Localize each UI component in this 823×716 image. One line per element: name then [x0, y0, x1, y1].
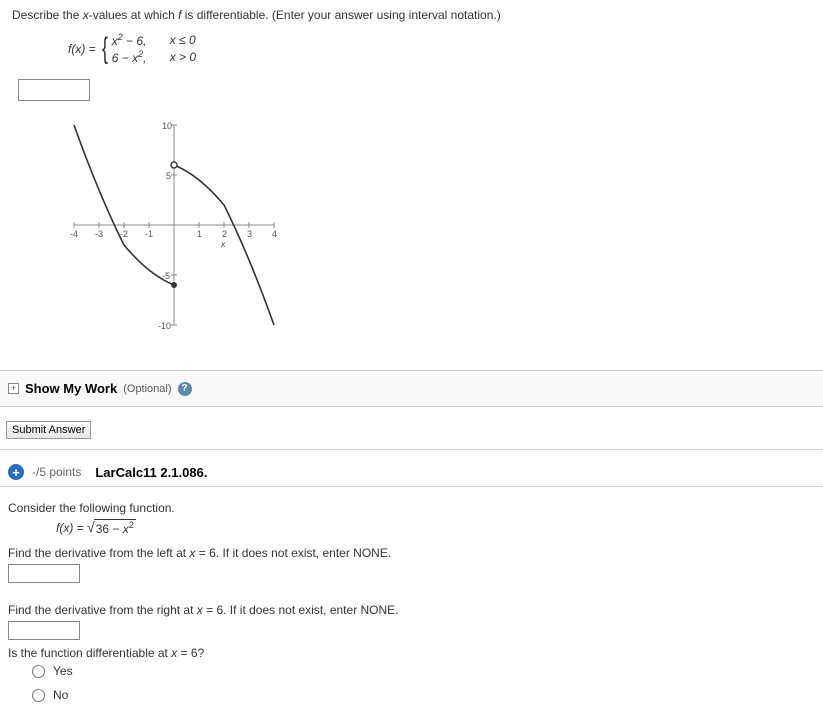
- question-2-body: Consider the following function. f(x) = …: [8, 501, 815, 702]
- piece-row-1: x2 − 6, x ≤ 0: [112, 32, 196, 48]
- text: is differentiable. (Enter your answer us…: [181, 8, 500, 22]
- text: Find the derivative from the right at: [8, 603, 197, 617]
- piecewise-definition: f(x) = { x2 − 6, x ≤ 0 6 − x2, x > 0: [68, 32, 811, 65]
- show-work-label: Show My Work: [25, 381, 117, 396]
- svg-text:10: 10: [162, 121, 172, 131]
- piece1-cond: x ≤ 0: [170, 33, 196, 47]
- plus-icon[interactable]: +: [8, 464, 24, 480]
- consider-text: Consider the following function.: [8, 501, 815, 515]
- svg-text:-2: -2: [120, 229, 128, 239]
- yes-label: Yes: [53, 664, 73, 678]
- differentiable-prompt: Is the function differentiable at x = 6?: [8, 646, 815, 660]
- svg-text:-1: -1: [145, 229, 153, 239]
- svg-text:-10: -10: [158, 321, 171, 331]
- help-icon[interactable]: ?: [178, 382, 192, 396]
- radio-no[interactable]: [32, 689, 45, 702]
- submit-button[interactable]: Submit Answer: [6, 421, 91, 439]
- sqrt-expression: √ 36 − x2: [87, 519, 136, 536]
- q2-function: f(x) = √ 36 − x2: [56, 519, 815, 536]
- left-derivative-input[interactable]: [8, 564, 80, 583]
- question-1: Describe the x-values at which f is diff…: [0, 0, 823, 360]
- submit-row: Submit Answer: [0, 407, 823, 450]
- q1-prompt: Describe the x-values at which f is diff…: [12, 8, 811, 22]
- left-derivative-prompt: Find the derivative from the left at x =…: [8, 546, 815, 560]
- optional-label: (Optional): [123, 383, 171, 395]
- svg-text:1: 1: [197, 229, 202, 239]
- text: Is the function differentiable at: [8, 646, 171, 660]
- graph: -4-3-2-1 1234 105-5-10 x: [54, 115, 811, 338]
- q1-answer-input[interactable]: [18, 79, 90, 101]
- right-derivative-prompt: Find the derivative from the right at x …: [8, 603, 815, 617]
- expand-icon[interactable]: +: [8, 383, 19, 394]
- svg-text:5: 5: [166, 171, 171, 181]
- piece-rows: x2 − 6, x ≤ 0 6 − x2, x > 0: [112, 32, 196, 65]
- no-label: No: [53, 688, 68, 702]
- svg-text:2: 2: [222, 229, 227, 239]
- piece2-cond: x > 0: [170, 50, 196, 64]
- question-2-header: + -/5 points LarCalc11 2.1.086.: [0, 450, 823, 487]
- svg-text:-4: -4: [70, 229, 78, 239]
- svg-text:3: 3: [247, 229, 252, 239]
- text: -values at which: [89, 8, 178, 22]
- text: = 6?: [177, 646, 204, 660]
- radio-no-row: No: [32, 688, 815, 702]
- text: = 6. If it does not exist, enter NONE.: [195, 546, 391, 560]
- fx-label: f(x) =: [68, 42, 96, 56]
- show-my-work-bar[interactable]: + Show My Work (Optional) ?: [0, 370, 823, 407]
- text: Find the derivative from the left at: [8, 546, 189, 560]
- svg-text:x: x: [220, 239, 226, 249]
- svg-text:-3: -3: [95, 229, 103, 239]
- right-derivative-input[interactable]: [8, 621, 80, 640]
- fx-label: f(x) =: [56, 521, 87, 535]
- piece-row-2: 6 − x2, x > 0: [112, 49, 196, 65]
- points-label: -/5 points: [32, 465, 81, 479]
- radio-yes-row: Yes: [32, 664, 815, 678]
- graph-svg: -4-3-2-1 1234 105-5-10 x: [54, 115, 294, 335]
- text: Describe the: [12, 8, 83, 22]
- text: = 6. If it does not exist, enter NONE.: [203, 603, 399, 617]
- reference-label: LarCalc11 2.1.086.: [95, 465, 207, 480]
- svg-text:4: 4: [272, 229, 277, 239]
- brace: {: [102, 34, 108, 64]
- radio-yes[interactable]: [32, 665, 45, 678]
